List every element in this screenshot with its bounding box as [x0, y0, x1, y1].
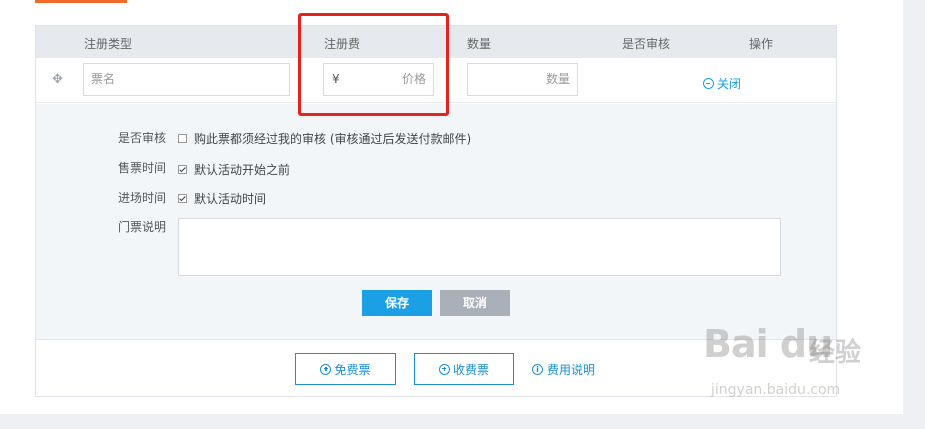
- entry-time-option-text: 默认活动时间: [194, 192, 267, 206]
- header-quantity: 数量: [467, 37, 492, 51]
- paid-ticket-label: 收费票: [452, 362, 489, 377]
- right-margin: [903, 0, 925, 429]
- review-checkbox[interactable]: 购此票都须经过我的审核 (审核通过后发送付款邮件): [178, 130, 471, 147]
- review-label: 是否审核: [118, 131, 167, 145]
- ticket-name-placeholder: 票名: [91, 72, 116, 86]
- fee-info-link[interactable]: i 费用说明: [532, 361, 595, 378]
- header-action: 操作: [749, 37, 774, 51]
- minus-circle-icon: [703, 78, 714, 89]
- close-label: 关闭: [717, 77, 742, 91]
- cancel-button[interactable]: 取消: [440, 290, 510, 316]
- header-type: 注册类型: [84, 37, 133, 51]
- fee-info-label: 费用说明: [547, 363, 596, 377]
- sale-time-checkbox-box[interactable]: [178, 165, 187, 174]
- quantity-input[interactable]: 数量: [467, 63, 578, 96]
- quantity-placeholder: 数量: [545, 72, 570, 86]
- plus-circle-icon: [320, 363, 332, 375]
- watermark-url: jingyan.baidu.com: [711, 382, 841, 398]
- watermark-cn: 经验: [809, 338, 862, 368]
- add-free-ticket-button[interactable]: 免费票: [295, 353, 396, 385]
- info-icon: i: [532, 364, 543, 375]
- sale-time-checkbox[interactable]: 默认活动开始之前: [178, 161, 290, 178]
- bottom-margin: [0, 414, 925, 429]
- review-option-text: 购此票都须经过我的审核 (审核通过后发送付款邮件): [194, 132, 472, 146]
- baidu-watermark: Bai du 经验 jingyan.baidu.com: [703, 322, 903, 412]
- save-button[interactable]: 保存: [362, 290, 432, 316]
- free-ticket-label: 免费票: [334, 362, 371, 377]
- close-button[interactable]: 关闭: [703, 75, 741, 92]
- description-label: 门票说明: [118, 220, 167, 234]
- top-accent-bar: [35, 0, 127, 3]
- highlight-box: [298, 13, 449, 116]
- drag-handle-icon[interactable]: ✥: [52, 73, 66, 87]
- ticket-details: 是否审核 购此票都须经过我的审核 (审核通过后发送付款邮件) 售票时间 默认活动…: [36, 104, 836, 340]
- entry-time-checkbox-box[interactable]: [178, 194, 187, 203]
- header-review: 是否审核: [622, 37, 671, 51]
- review-checkbox-box[interactable]: [178, 134, 187, 143]
- plus-circle-icon: [438, 363, 450, 375]
- entry-time-label: 进场时间: [118, 191, 167, 205]
- sale-time-option-text: 默认活动开始之前: [194, 163, 291, 177]
- entry-time-checkbox[interactable]: 默认活动时间: [178, 190, 266, 207]
- sale-time-label: 售票时间: [118, 161, 167, 175]
- ticket-name-input[interactable]: 票名: [83, 63, 290, 96]
- description-textarea[interactable]: [178, 218, 781, 276]
- add-paid-ticket-button[interactable]: 收费票: [414, 353, 514, 385]
